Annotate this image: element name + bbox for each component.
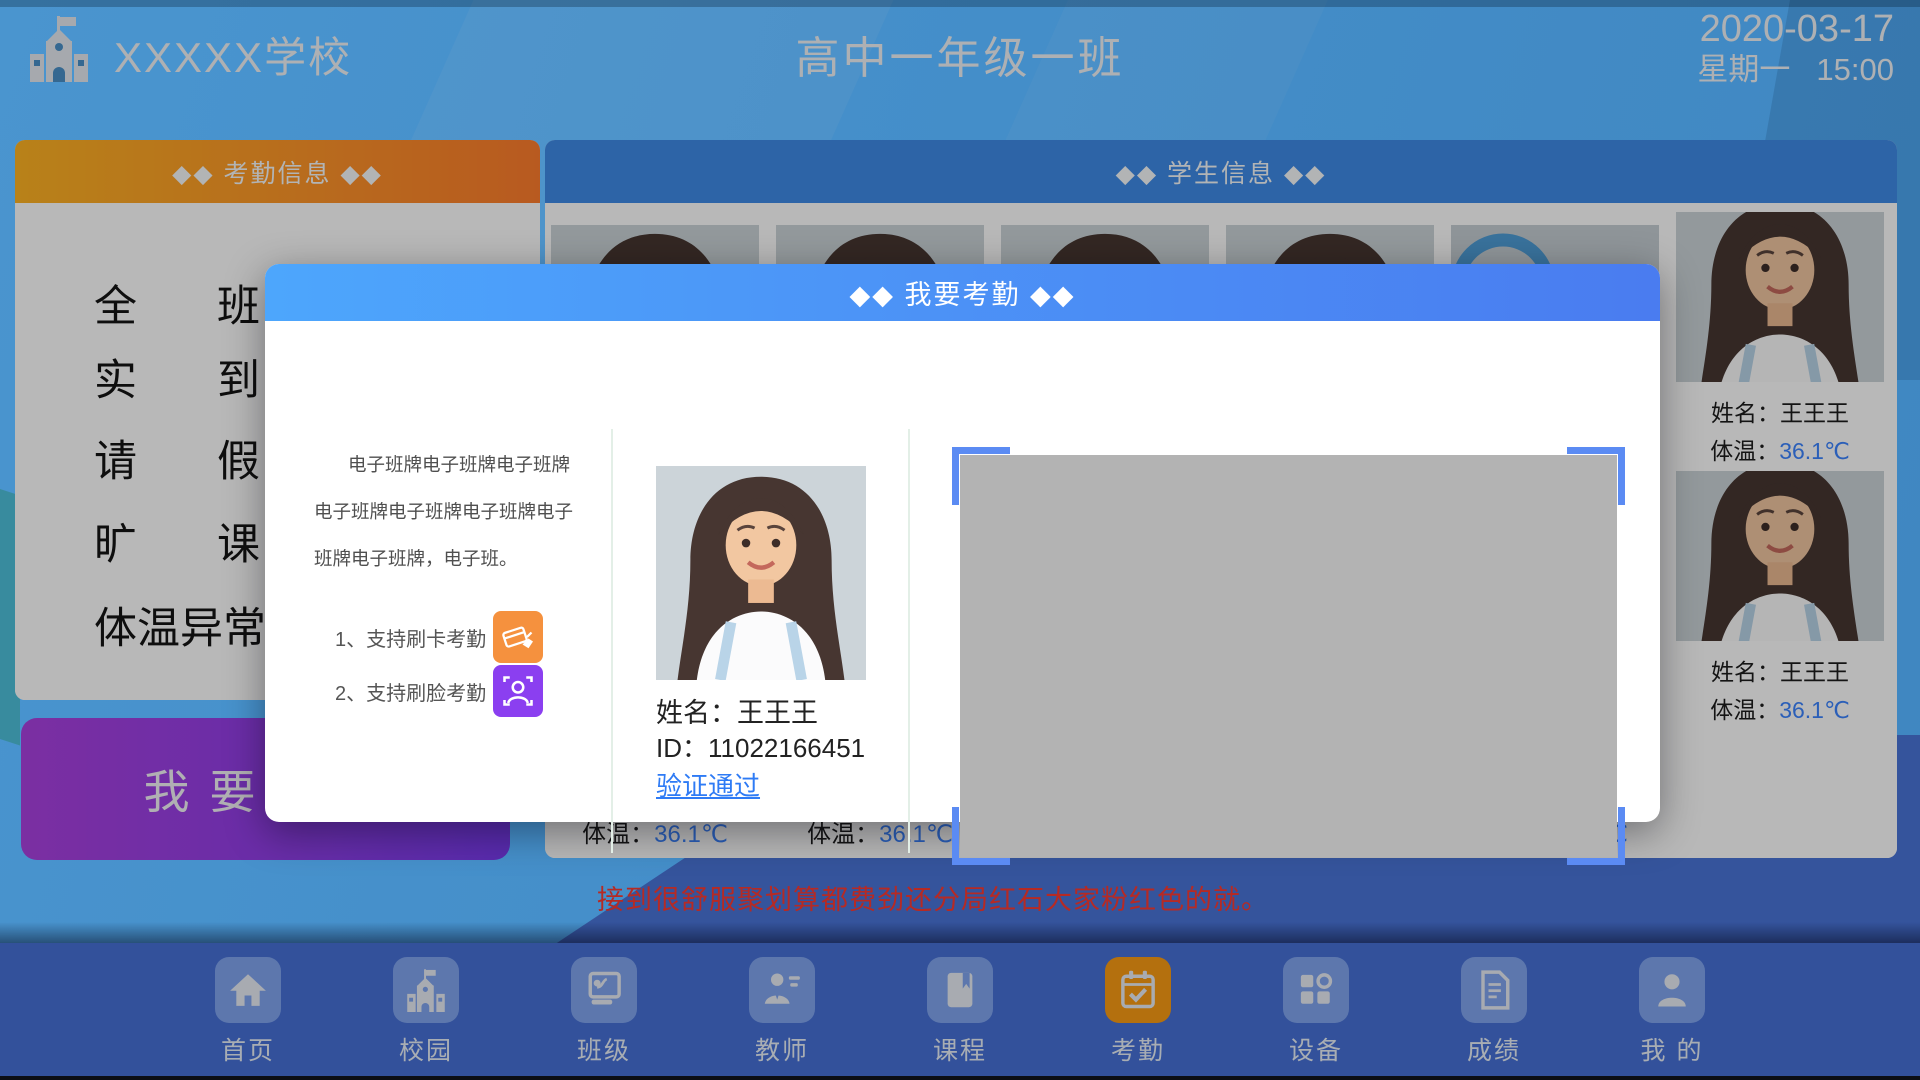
feature-face-attendance: 2、支持刷脸考勤 [335,665,595,717]
nav-item-label: 校园 [399,1031,453,1067]
camera-viewfinder [952,447,1625,865]
id-label: ID： [656,733,708,763]
student-card[interactable]: 姓名：王王王体温：36.1℃ [1676,471,1884,725]
student-photo [656,466,866,680]
nav-item-label: 我 的 [1641,1031,1704,1067]
viewfinder-corner-icon [952,807,1010,865]
classroom-icon [571,957,637,1023]
attendance-row-label: 旷课 [94,510,260,572]
viewfinder-corner-icon [1567,447,1625,505]
name-label: 姓名： [656,698,737,728]
feature-text: 2、支持刷脸考勤 [335,677,493,706]
nav-item-course-book[interactable]: 课程 [871,943,1049,1076]
face-scan-icon [493,665,543,717]
grades-doc-icon [1461,957,1527,1023]
verify-status-link[interactable]: 验证通过 [656,766,760,803]
nav-item-label: 设备 [1289,1031,1343,1067]
viewfinder-corner-icon [952,447,1010,505]
attendance-row-label: 请假 [94,427,260,489]
attendance-row: 请假 [94,427,260,489]
student-name-row: 姓名：王王王 [656,691,818,730]
nav-item-label: 课程 [933,1031,987,1067]
date-text: 2020-03-17 [1697,8,1894,52]
feature-card-attendance: 1、支持刷卡考勤 [335,611,595,663]
attendance-row: 旷课 [94,510,260,572]
attendance-row: 体温异常 [94,594,260,656]
bottom-edge-strip [0,1076,1920,1080]
student-name-line: 姓名：王王王 [1676,653,1884,687]
attendance-panel-header: ◆◆ 考勤信息 ◆◆ [15,140,540,203]
feature-text: 1、支持刷卡考勤 [335,623,493,652]
school-icon [393,957,459,1023]
home-icon [215,957,281,1023]
card-swipe-icon [493,611,543,663]
nav-item-teacher[interactable]: 教师 [693,943,871,1076]
nav-item-label: 考勤 [1111,1031,1165,1067]
time-text: 15:00 [1816,52,1894,87]
intro-line: 班牌电子班牌，电子班。 [314,535,582,582]
nav-item-devices-grid[interactable]: 设备 [1227,943,1405,1076]
attendance-calendar-icon [1105,957,1171,1023]
intro-line: 电子班牌电子班牌电子班牌 [314,441,582,488]
modal-intro-text: 电子班牌电子班牌电子班牌 电子班牌电子班牌电子班牌电子 班牌电子班牌，电子班。 [314,441,582,582]
student-temperature-line: 体温：36.1℃ [1676,691,1884,725]
student-name-line: 姓名：王王王 [1676,394,1884,428]
nav-item-label: 成绩 [1467,1031,1521,1067]
attendance-row: 全班 [94,272,260,334]
nav-item-grades-doc[interactable]: 成绩 [1405,943,1583,1076]
nav-item-home[interactable]: 首页 [159,943,337,1076]
datetime-block: 2020-03-17 星期一 15:00 [1697,8,1894,87]
nav-item-school[interactable]: 校园 [337,943,515,1076]
attendance-row-label: 全班 [94,272,260,334]
name-value: 王王王 [737,698,818,728]
student-photo [1676,212,1884,382]
nav-item-label: 首页 [221,1031,275,1067]
student-photo [1676,471,1884,641]
attendance-row: 实到 [94,346,260,408]
student-card[interactable]: 姓名：王王王体温：36.1℃ [1676,212,1884,466]
teacher-icon [749,957,815,1023]
attendance-modal-header: ◆◆ 我要考勤 ◆◆ [265,264,1660,321]
weekday-text: 星期一 [1697,52,1790,87]
viewfinder-corner-icon [1567,807,1625,865]
nav-item-label: 班级 [577,1031,631,1067]
nav-item-label: 教师 [755,1031,809,1067]
attendance-modal: ◆◆ 我要考勤 ◆◆ 电子班牌电子班牌电子班牌 电子班牌电子班牌电子班牌电子 班… [265,264,1660,822]
intro-line: 电子班牌电子班牌电子班牌电子 [314,488,582,535]
student-temperature-line: 体温：36.1℃ [1676,432,1884,466]
class-board-screen: XXXXX学校 高中一年级一班 2020-03-17 星期一15:00 ◆◆ 考… [0,0,1920,1080]
nav-shadow [0,922,1920,943]
devices-grid-icon [1283,957,1349,1023]
course-book-icon [927,957,993,1023]
scrolling-notice-text: 接到很舒服聚划算都费劲还分局红石大家粉红色的就。 [597,878,1269,917]
attendance-modal-body: 电子班牌电子班牌电子班牌 电子班牌电子班牌电子班牌电子 班牌电子班牌，电子班。 … [265,321,1660,822]
top-header: XXXXX学校 高中一年级一班 2020-03-17 星期一15:00 [0,0,1920,100]
class-title: 高中一年级一班 [0,22,1920,86]
weekday-time-text: 星期一 15:00 [1697,52,1894,88]
profile-icon [1639,957,1705,1023]
camera-preview-area [960,455,1617,857]
nav-item-classroom[interactable]: 班级 [515,943,693,1076]
nav-item-profile[interactable]: 我 的 [1583,943,1761,1076]
student-panel-header: ◆◆ 学生信息 ◆◆ [545,140,1897,203]
student-id-row: ID：11022166451 [656,728,865,765]
bottom-nav-items: 首页 校园 班级 教师 课程 考勤 设备 成绩 我 的 [0,943,1920,1076]
attendance-row-label: 体温异常 [94,594,260,656]
id-value: 11022166451 [708,733,865,763]
modal-divider [611,429,613,853]
modal-divider [908,429,910,853]
attendance-row-label: 实到 [94,346,260,408]
nav-item-attendance-calendar[interactable]: 考勤 [1049,943,1227,1076]
